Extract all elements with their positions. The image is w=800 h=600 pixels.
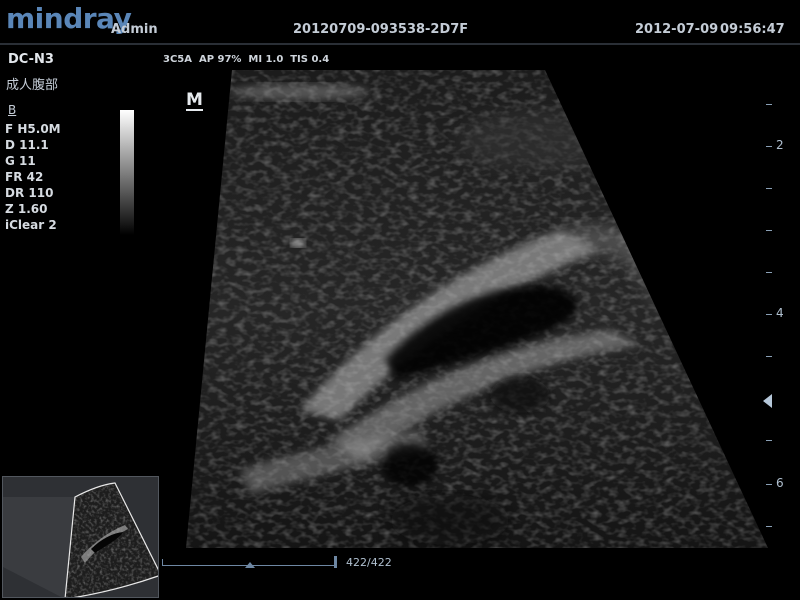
depth-tick [766,272,772,273]
cine-start-tick [162,559,163,566]
image-thumbnail[interactable] [2,476,159,598]
cine-frame-counter: 422/422 [346,556,392,569]
depth-tick [766,314,772,315]
depth-tick [766,526,772,527]
cine-end-marker[interactable] [334,556,337,568]
focus-marker-icon[interactable] [763,394,772,408]
depth-tick [766,104,772,105]
depth-tick [766,356,772,357]
depth-tick [766,230,772,231]
depth-tick [766,440,772,441]
depth-label: 2 [776,138,784,152]
depth-tick [766,146,772,147]
orientation-marker: M [186,90,203,111]
depth-label: 6 [776,476,784,490]
thumbnail-fan [3,477,158,597]
depth-tick [766,484,772,485]
depth-tick [766,188,772,189]
cine-thumb-icon[interactable] [245,562,255,568]
depth-label: 4 [776,306,784,320]
